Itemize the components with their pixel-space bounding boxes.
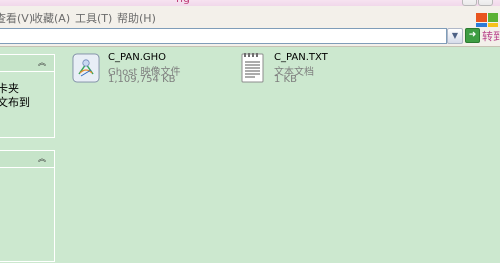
address-input[interactable] xyxy=(0,28,447,44)
menu-help[interactable]: 帮助(H) xyxy=(117,10,156,26)
menu-view[interactable]: 查看(V) xyxy=(0,10,33,26)
task-pane-1-item[interactable]: 文布到 xyxy=(0,94,30,110)
file-size: 1,109,754 KB xyxy=(108,74,176,85)
task-pane-1: ︽ 卡夹 文布到 xyxy=(0,54,55,138)
ghost-image-icon xyxy=(72,53,100,83)
go-arrow-icon: ➜ xyxy=(465,28,480,43)
chevron-up-icon[interactable]: ︽ xyxy=(37,58,47,68)
file-item-gho[interactable]: C_PAN.GHO Ghost 映像文件 1,109,754 KB xyxy=(70,52,240,88)
task-pane-2-header[interactable]: ︽ xyxy=(0,151,54,168)
go-button-label: 转到 xyxy=(482,30,500,43)
file-name: C_PAN.GHO xyxy=(108,52,167,63)
file-item-txt[interactable]: C_PAN.TXT 文本文档 1 KB xyxy=(236,52,406,88)
menu-favorites[interactable]: 收藏(A) xyxy=(32,10,70,26)
address-bar: ▼ ➜ 转到 xyxy=(0,27,500,47)
task-pane-2: ︽ xyxy=(0,150,55,262)
file-size: 1 KB xyxy=(274,74,297,85)
menu-bar: 查看(V) 收藏(A) 工具(T) 帮助(H) xyxy=(0,6,500,31)
menu-tools[interactable]: 工具(T) xyxy=(75,10,112,26)
chevron-up-icon[interactable]: ︽ xyxy=(37,154,47,164)
go-button[interactable]: ➜ 转到 xyxy=(464,28,500,44)
file-name: C_PAN.TXT xyxy=(274,52,328,63)
address-dropdown-button[interactable]: ▼ xyxy=(447,28,463,44)
chevron-down-icon: ▼ xyxy=(451,31,459,40)
window-title: ng xyxy=(176,0,190,5)
text-document-icon xyxy=(241,53,264,83)
task-pane-1-header[interactable]: ︽ xyxy=(0,55,54,72)
